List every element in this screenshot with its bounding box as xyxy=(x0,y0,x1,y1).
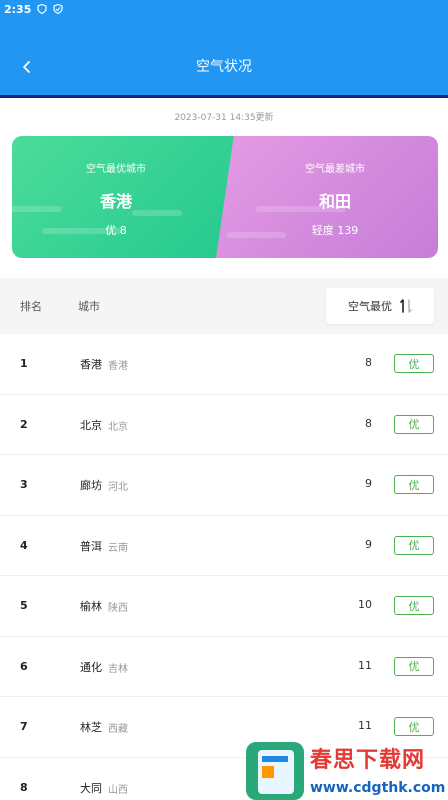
worst-city-label: 空气最差城市 xyxy=(305,164,365,175)
row-province: 云南 xyxy=(108,542,128,554)
row-rank: 8 xyxy=(20,780,28,794)
row-province: 西藏 xyxy=(108,724,128,735)
worst-city-card[interactable]: 空气最差城市 和田 轻度 139 xyxy=(216,136,438,258)
row-province: 山西 xyxy=(108,784,128,796)
row-aqi: 10 xyxy=(358,598,372,611)
row-level-badge: 优 xyxy=(394,535,434,555)
column-rank: 排名 xyxy=(20,300,42,313)
row-city: 廊坊 xyxy=(80,479,102,492)
row-level-badge: 优 xyxy=(394,596,434,615)
shield-icon xyxy=(37,4,47,14)
row-rank: 4 xyxy=(20,538,28,552)
row-rank: 3 xyxy=(20,478,28,491)
best-city-name: 香港 xyxy=(99,192,132,211)
row-city: 香港 xyxy=(80,358,102,371)
ranking-list: 1 香港 香港 8 优 2 北京 北京 8 优 3 廊坊 河北 9 优 4 普洱… xyxy=(0,334,448,800)
update-time: 2023-07-31 14:35更新 xyxy=(174,113,274,123)
row-aqi: 8 xyxy=(365,356,372,369)
watermark: 春思下载网 www.cdgthk.com xyxy=(246,740,448,800)
sort-button[interactable]: 空气最优 xyxy=(326,288,434,324)
row-level-badge: 优 xyxy=(394,475,434,494)
row-city: 榆林 xyxy=(80,600,102,613)
table-row[interactable]: 6 通化 吉林 11 优 xyxy=(0,637,448,697)
row-aqi: 9 xyxy=(365,477,372,490)
best-city-card[interactable]: 空气最优城市 香港 优 8 xyxy=(12,136,236,258)
table-row[interactable]: 4 普洱 云南 9 优 xyxy=(0,516,448,576)
app-header: 空气状况 xyxy=(0,18,448,98)
row-rank: 2 xyxy=(20,417,28,431)
row-rank: 5 xyxy=(20,599,28,612)
row-level-badge: 优 xyxy=(394,354,434,373)
row-aqi: 8 xyxy=(365,416,372,430)
table-header: 排名 城市 空气最优 xyxy=(0,278,448,334)
column-city: 城市 xyxy=(78,300,100,313)
row-province: 香港 xyxy=(108,361,128,372)
row-aqi: 11 xyxy=(358,719,372,732)
row-rank: 6 xyxy=(20,659,28,673)
page-title: 空气状况 xyxy=(196,59,252,75)
shield-check-icon xyxy=(53,4,63,14)
row-level-badge: 优 xyxy=(394,414,434,434)
row-city: 林芝 xyxy=(80,721,102,734)
row-aqi: 11 xyxy=(358,658,372,672)
best-city-label: 空气最优城市 xyxy=(86,164,146,175)
worst-city-name: 和田 xyxy=(318,192,351,211)
table-row[interactable]: 3 廊坊 河北 9 优 xyxy=(0,455,448,516)
row-rank: 7 xyxy=(20,720,28,733)
row-aqi: 9 xyxy=(365,537,372,551)
row-province: 陕西 xyxy=(108,603,128,614)
table-row[interactable]: 1 香港 香港 8 优 xyxy=(0,334,448,395)
row-province: 吉林 xyxy=(108,663,128,675)
row-city: 普洱 xyxy=(80,539,102,553)
row-city: 大同 xyxy=(80,781,102,795)
worst-city-value: 轻度 139 xyxy=(311,224,359,237)
status-bar: 2:35 xyxy=(0,0,448,18)
row-level-badge: 优 xyxy=(394,656,434,676)
table-row[interactable]: 5 榆林 陕西 10 优 xyxy=(0,576,448,637)
watermark-title: 春思下载网 xyxy=(310,748,426,773)
sort-label: 空气最优 xyxy=(348,300,392,313)
table-row[interactable]: 2 北京 北京 8 优 xyxy=(0,395,448,455)
row-city: 北京 xyxy=(80,418,102,432)
sort-icon xyxy=(400,299,412,313)
watermark-url: www.cdgthk.com xyxy=(310,780,446,796)
row-rank: 1 xyxy=(20,357,28,370)
row-city: 通化 xyxy=(80,660,102,674)
best-city-value: 优 8 xyxy=(105,224,127,237)
watermark-logo xyxy=(246,742,304,800)
row-province: 北京 xyxy=(108,421,128,433)
row-province: 河北 xyxy=(108,482,128,493)
row-level-badge: 优 xyxy=(394,717,434,736)
status-time: 2:35 xyxy=(4,2,32,16)
